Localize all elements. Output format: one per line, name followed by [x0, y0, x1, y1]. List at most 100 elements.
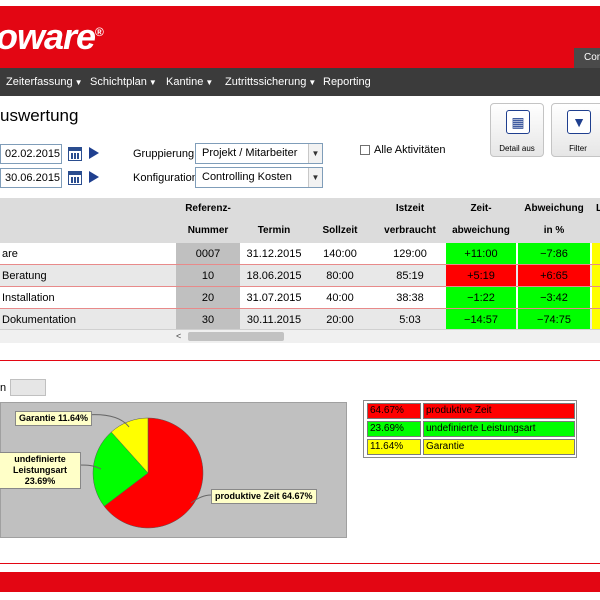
legend-value: 23.69%: [367, 421, 421, 437]
col-header-zeit-line1: Zeit-: [470, 203, 492, 214]
table-cell-ref: 30: [176, 309, 240, 331]
table-row[interactable]: Beratung 10 18.06.2015 80:00 85:19 +5:19 +6:65: [0, 265, 600, 287]
lower-filter-input[interactable]: [10, 379, 46, 396]
legend-name: produktive Zeit: [423, 403, 575, 419]
logo-text: oware: [0, 16, 96, 57]
grouping-select-value: Projekt / Mitarbeiter: [202, 147, 298, 159]
chart-legend: 64.67% produktive Zeit 23.69% undefinier…: [363, 400, 577, 458]
nav-item-reporting[interactable]: Reporting: [323, 68, 371, 96]
detail-grid-icon: ▦: [506, 110, 530, 134]
table-cell-soll: 80:00: [326, 270, 354, 282]
table-cell-abw: −74:75: [518, 309, 590, 331]
all-activities-label: Alle Aktivitäten: [374, 144, 446, 156]
chevron-down-icon: ▼: [308, 168, 322, 187]
table-cell-zeit: +5:19: [446, 265, 516, 287]
app-header: oware® Con: [0, 0, 600, 68]
grouping-select[interactable]: Projekt / Mitarbeiter ▼: [195, 143, 323, 164]
legend-name: Garantie: [423, 439, 575, 455]
header-top-strip: [0, 0, 600, 6]
table-cell-ref: 20: [176, 287, 240, 309]
chevron-down-icon: ▼: [148, 78, 157, 87]
legend-row: 11.64% Garantie: [367, 439, 575, 455]
controlling-table: Referenz- Nummer Termin Sollzeit Istzeit…: [0, 198, 600, 343]
lower-filter-label: n: [0, 382, 7, 394]
table-cell-soll: 40:00: [326, 292, 354, 304]
table-cell-soll: 20:00: [326, 314, 354, 326]
table-row[interactable]: Installation 20 31.07.2015 40:00 38:38 −1:22−…: [0, 287, 600, 309]
table-cell-ref: 0007: [176, 243, 240, 265]
table-cell-ist: 129:00: [393, 248, 427, 260]
legend-value: 11.64%: [367, 439, 421, 455]
col-header-termin: Termin: [257, 225, 291, 236]
col-header-istzeit-line2: verbraucht: [384, 225, 436, 236]
horizontal-scrollbar[interactable]: <: [0, 329, 600, 343]
chevron-down-icon: ▼: [308, 144, 322, 163]
nav-item-zeiterfassung[interactable]: Zeiterfassung ▼: [6, 68, 83, 96]
table-cell-soll: 140:00: [323, 248, 357, 260]
grouping-label: Gruppierung: [133, 148, 195, 160]
section-divider: [0, 360, 600, 361]
table-cell-abw: −7:86: [518, 243, 590, 265]
config-select-value: Controlling Kosten: [202, 171, 292, 183]
all-activities-checkbox[interactable]: [360, 145, 370, 155]
col-header-sollzeit: Sollzeit: [322, 225, 358, 236]
slice-label-garantie: Garantie 11.64%: [15, 411, 93, 426]
table-header: Referenz- Nummer Termin Sollzeit Istzeit…: [0, 198, 600, 243]
pie-chart-panel: Garantie 11.64% undefinierte Leistungsar…: [0, 402, 347, 538]
table-cell-name: Dokumentation: [2, 314, 76, 326]
nav-item-label: Zutrittssicherung: [225, 76, 307, 88]
table-cell-termin: 31.12.2015: [246, 248, 302, 260]
scrollbar-thumb[interactable]: [188, 332, 284, 341]
table-cell-tail: [592, 287, 600, 309]
table-cell-termin: 18.06.2015: [246, 270, 302, 282]
nav-item-label: Kantine: [166, 76, 204, 88]
header-corner-tab[interactable]: Con: [574, 48, 600, 68]
brand-logo[interactable]: oware®: [0, 16, 104, 58]
table-cell-name: Beratung: [2, 270, 47, 282]
main-navigation: Zeiterfassung ▼ Schichtplan ▼ Kantine ▼ Zut…: [0, 68, 600, 96]
play-icon[interactable]: [89, 171, 99, 183]
table-cell-ref: 10: [176, 265, 240, 287]
config-select[interactable]: Controlling Kosten ▼: [195, 167, 323, 188]
date-from-input[interactable]: 02.02.2015: [0, 144, 62, 164]
col-header-ref-line1: Referenz-: [185, 203, 231, 214]
footer-divider: [0, 563, 600, 564]
date-to-input[interactable]: 30.06.2015: [0, 168, 62, 188]
legend-row: 23.69% undefinierte Leistungsart: [367, 421, 575, 437]
table-cell-abw: −3:42: [518, 287, 590, 309]
nav-item-kantine[interactable]: Kantine ▼: [166, 68, 213, 96]
table-cell-zeit: +11:00: [446, 243, 516, 265]
legend-name: undefinierte Leistungsart: [423, 421, 575, 437]
legend-row: 64.67% produktive Zeit: [367, 403, 575, 419]
calendar-icon[interactable]: [68, 171, 82, 185]
play-icon[interactable]: [89, 147, 99, 159]
table-cell-zeit: −1:22: [446, 287, 516, 309]
page-title: uswertung: [0, 106, 79, 125]
table-cell-name: are: [2, 248, 18, 260]
nav-item-zutrittssicherung[interactable]: Zutrittssicherung ▼: [225, 68, 316, 96]
logo-registered-mark: ®: [95, 25, 104, 39]
calendar-icon[interactable]: [68, 147, 82, 161]
chevron-down-icon: ▼: [308, 78, 317, 87]
detail-off-button[interactable]: ▦ Detail aus: [490, 103, 544, 157]
col-header-abw-line1: Abweichung: [524, 203, 584, 214]
config-label: Konfiguration: [133, 172, 198, 184]
table-cell-name: Installation: [2, 292, 55, 304]
filter-button[interactable]: ▼ Filter: [551, 103, 600, 157]
table-cell-termin: 31.07.2015: [246, 292, 302, 304]
scroll-left-arrow[interactable]: <: [176, 330, 181, 343]
table-row[interactable]: Dokumentation 30 30.11.2015 20:00 5:03 −14:57…: [0, 309, 600, 331]
table-cell-ist: 5:03: [399, 314, 421, 326]
nav-item-label: Schichtplan: [90, 76, 147, 88]
slice-label-produktiv: produktive Zeit 64.67%: [211, 489, 317, 504]
table-cell-ist: 85:19: [396, 270, 424, 282]
col-header-partial: L: [595, 203, 600, 214]
col-header-zeit-line2: abweichung: [452, 225, 510, 236]
col-header-abw-line2: in %: [543, 225, 565, 236]
nav-item-schichtplan[interactable]: Schichtplan ▼: [90, 68, 157, 96]
filter-funnel-icon: ▼: [567, 110, 591, 134]
table-cell-tail: [592, 243, 600, 265]
table-row[interactable]: are 0007 31.12.2015 140:00 129:00 +11:00 −7:86: [0, 243, 600, 265]
chevron-down-icon: ▼: [74, 78, 83, 87]
filter-button-label: Filter: [569, 144, 587, 153]
